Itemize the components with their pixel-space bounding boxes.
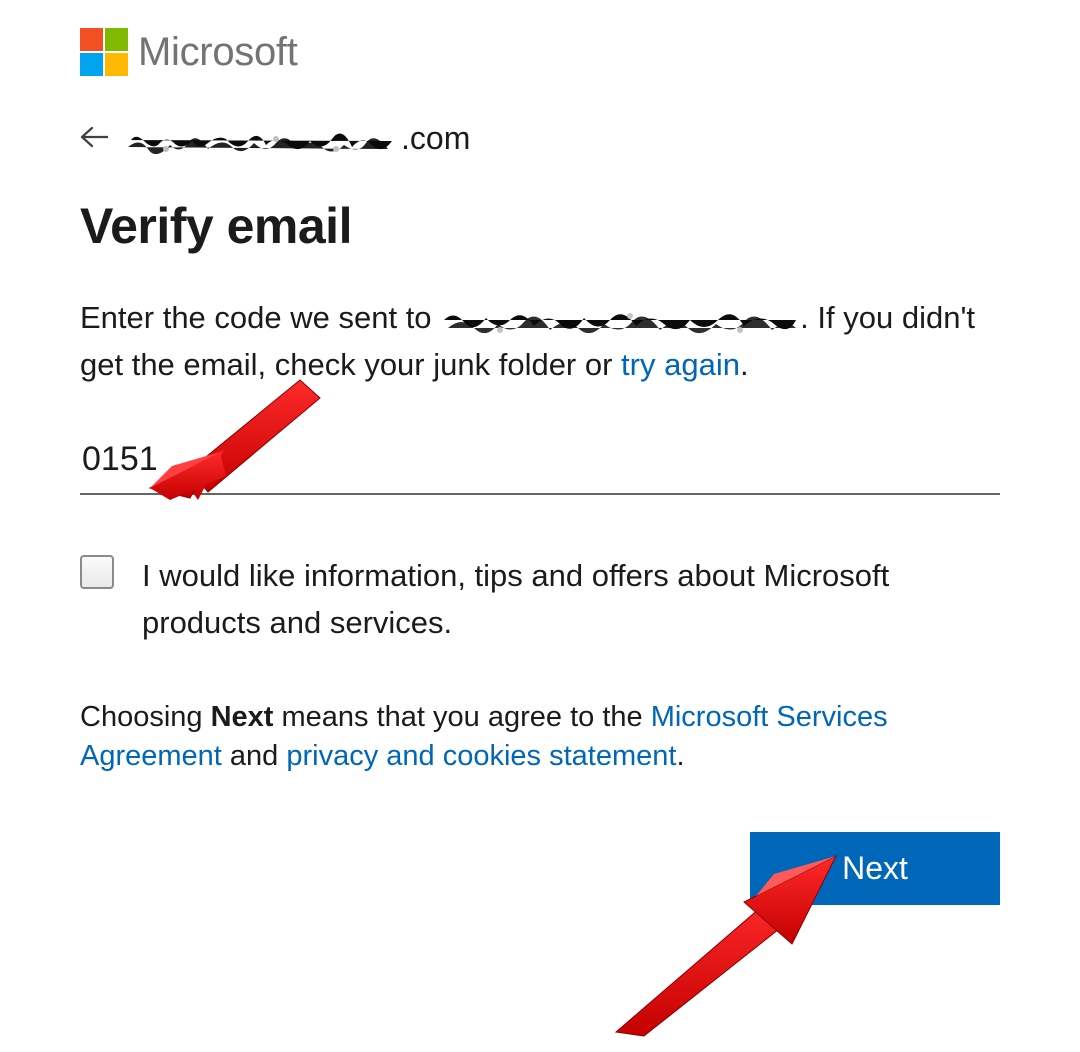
try-again-link[interactable]: try again [621, 347, 740, 382]
signup-verify-email-panel: Microsoft .com Verify email Enter the co… [0, 0, 1080, 905]
terms-prefix: Choosing [80, 701, 211, 733]
next-button[interactable]: Next [750, 832, 1000, 905]
terms-period: . [676, 740, 684, 772]
verification-code-input[interactable] [80, 430, 1000, 495]
page-title: Verify email [80, 197, 1000, 255]
marketing-consent-label: I would like information, tips and offer… [142, 553, 1000, 646]
code-input-wrap [80, 430, 1000, 495]
microsoft-logo-icon [80, 28, 128, 76]
brand-header: Microsoft [80, 28, 1000, 76]
brand-name: Microsoft [138, 30, 298, 75]
actions-row: Next [80, 832, 1000, 905]
terms-text: Choosing Next means that you agree to th… [80, 698, 1000, 776]
terms-bold: Next [211, 701, 274, 733]
redacted-email-inline-icon [440, 305, 800, 335]
terms-and: and [222, 740, 287, 772]
redacted-email-local-icon [126, 128, 401, 154]
instruction-prefix: Enter the code we sent to [80, 300, 440, 335]
marketing-consent-checkbox[interactable] [80, 555, 114, 589]
instruction-period: . [740, 347, 749, 382]
identity-email: .com [126, 120, 470, 157]
terms-mid: means that you agree to the [273, 701, 650, 733]
identity-email-suffix: .com [401, 120, 470, 156]
back-arrow-icon[interactable] [80, 122, 108, 156]
identity-row: .com [80, 120, 1000, 157]
marketing-consent-row: I would like information, tips and offer… [80, 553, 1000, 646]
instruction-text: Enter the code we sent to . If you didn'… [80, 295, 1000, 388]
privacy-statement-link[interactable]: privacy and cookies statement [286, 740, 676, 772]
